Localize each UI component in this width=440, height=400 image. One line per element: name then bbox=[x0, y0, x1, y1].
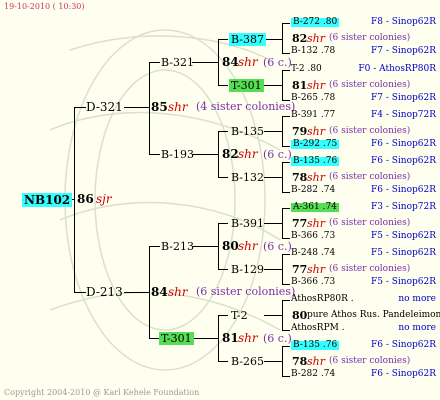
g2-b-num: 82 bbox=[222, 147, 239, 161]
g3-a2-id[interactable]: T-301 bbox=[229, 79, 264, 92]
g3-c2-id[interactable]: B-129 bbox=[231, 264, 264, 275]
g1-top-id[interactable]: D-321 bbox=[86, 101, 123, 113]
g3-c2-num: 77 bbox=[292, 263, 308, 276]
g4-item-id[interactable]: AthosRPM . bbox=[291, 324, 345, 333]
g3-a2-tag: shr bbox=[307, 79, 325, 92]
g4-item-id[interactable]: B-391 .77 bbox=[291, 111, 335, 120]
g4-item-id[interactable]: B-132 .78 bbox=[291, 47, 335, 56]
g2-a-tag: shr bbox=[238, 55, 258, 69]
g4-item-id[interactable]: B-366 .73 bbox=[291, 232, 335, 241]
g4-item-location: F0 - AthosRP80R bbox=[358, 64, 436, 74]
g3-d2-id[interactable]: B-265 bbox=[231, 356, 264, 367]
g3-b2-note: (6 sister colonies) bbox=[329, 172, 411, 182]
g1-bottom-num: 84 bbox=[151, 285, 168, 299]
g3-a1-num: 82 bbox=[292, 32, 308, 45]
g3-d2-tag: shr bbox=[307, 355, 325, 368]
g3-b2-tag: shr bbox=[307, 171, 325, 184]
g2-d-note: (6 c.) bbox=[263, 332, 292, 345]
g3-b1-tag: shr bbox=[307, 125, 325, 138]
g3-c1-note: (6 sister colonies) bbox=[329, 218, 411, 228]
g2-d-tag: shr bbox=[238, 331, 258, 345]
g1-top-note: (4 sister colonies) bbox=[196, 100, 296, 113]
g1-top-tag: shr bbox=[168, 100, 188, 114]
g4-item-id[interactable]: B-282 .74 bbox=[291, 370, 335, 379]
g3-d1-id[interactable]: T-2 bbox=[231, 310, 248, 321]
g4-item-id[interactable]: B-272 .80 bbox=[291, 18, 340, 27]
g2-c-num: 80 bbox=[222, 239, 239, 253]
root-colony-tag: sjr bbox=[96, 192, 112, 206]
g4-item-location: F5 - Sinop62R bbox=[371, 248, 436, 258]
root-colony-num: 86 bbox=[77, 192, 94, 206]
g3-c1-id[interactable]: B-391 bbox=[231, 218, 264, 229]
g3-d2-num: 78 bbox=[292, 355, 308, 368]
g4-item-location: F6 - Sinop62R bbox=[371, 340, 436, 350]
copyright-text: Copyright 2004-2010 @ Karl Kehele Founda… bbox=[4, 388, 200, 397]
g4-item-location: F7 - Sinop62R bbox=[371, 93, 436, 103]
g2-b-id[interactable]: B-193 bbox=[161, 149, 194, 160]
g3-a1-id[interactable]: B-387 bbox=[229, 33, 266, 46]
g4-item-location: F5 - Sinop62R bbox=[371, 277, 436, 287]
g2-c-id[interactable]: B-213 bbox=[161, 241, 194, 252]
g4-item-id[interactable]: T-2 .80 bbox=[291, 65, 322, 74]
g3-d1-num: 80 bbox=[292, 309, 308, 322]
g3-b1-note: (6 sister colonies) bbox=[329, 126, 411, 136]
g3-a2-num: 81 bbox=[292, 79, 308, 92]
g2-c-note: (6 c.) bbox=[263, 240, 292, 253]
g4-item-id[interactable]: B-135 .76 bbox=[291, 341, 340, 350]
g2-a-num: 84 bbox=[222, 55, 239, 69]
g2-c-tag: shr bbox=[238, 239, 258, 253]
g4-item-location: no more bbox=[398, 294, 436, 304]
g4-item-id[interactable]: B-366 .73 bbox=[291, 278, 335, 287]
g1-top-num: 85 bbox=[151, 100, 168, 114]
g4-item-id[interactable]: A-361 .74 bbox=[291, 203, 339, 212]
g4-item-location: F6 - Sinop62R bbox=[371, 139, 436, 149]
g3-d2-note: (6 sister colonies) bbox=[329, 356, 411, 366]
g3-c1-tag: shr bbox=[307, 217, 325, 230]
root-colony-id[interactable]: NB102 bbox=[22, 193, 73, 207]
g4-item-location: F3 - Sinop72R bbox=[371, 202, 436, 212]
g3-a1-note: (6 sister colonies) bbox=[329, 33, 411, 43]
g3-a2-note: (6 sister colonies) bbox=[329, 80, 411, 90]
g4-item-id[interactable]: B-265 .78 bbox=[291, 94, 335, 103]
g4-item-id[interactable]: AthosRP80R . bbox=[291, 295, 354, 304]
g3-b1-id[interactable]: B-135 bbox=[231, 126, 264, 137]
g4-item-location: F8 - Sinop62R bbox=[371, 17, 436, 27]
g3-b1-num: 79 bbox=[292, 125, 308, 138]
g4-item-location: F5 - Sinop62R bbox=[371, 231, 436, 241]
g2-d-id[interactable]: T-301 bbox=[159, 332, 194, 345]
g3-c2-tag: shr bbox=[307, 263, 325, 276]
g3-a1-tag: shr bbox=[307, 32, 325, 45]
g2-a-note: (6 c.) bbox=[263, 56, 292, 69]
g3-b2-num: 78 bbox=[292, 171, 308, 184]
g2-b-note: (6 c.) bbox=[263, 148, 292, 161]
g3-d1-line: pure Athos Rus. Pandeleimonos bbox=[307, 310, 440, 320]
g2-b-tag: shr bbox=[238, 147, 258, 161]
g1-bottom-tag: shr bbox=[168, 285, 188, 299]
date-stamp: 19-10-2010 ( 10:30) bbox=[4, 2, 85, 11]
g1-bottom-note: (6 sister colonies) bbox=[196, 285, 296, 298]
g4-item-location: F6 - Sinop62R bbox=[371, 156, 436, 166]
g1-bottom-id[interactable]: D-213 bbox=[86, 286, 123, 298]
g3-b2-id[interactable]: B-132 bbox=[231, 172, 264, 183]
g4-item-location: no more bbox=[398, 323, 436, 333]
g4-item-location: F7 - Sinop62R bbox=[371, 46, 436, 56]
g4-item-location: F4 - Sinop72R bbox=[371, 110, 436, 120]
g4-item-id[interactable]: B-135 .76 bbox=[291, 157, 340, 166]
g4-item-location: F6 - Sinop62R bbox=[371, 185, 436, 195]
g4-item-id[interactable]: B-292 .75 bbox=[291, 140, 340, 149]
pedigree-page: 19-10-2010 ( 10:30) Copyright 2004-2010 … bbox=[0, 0, 440, 400]
g4-item-id[interactable]: B-248 .74 bbox=[291, 249, 335, 258]
g3-c2-note: (6 sister colonies) bbox=[329, 264, 411, 274]
g4-item-id[interactable]: B-282 .74 bbox=[291, 186, 335, 195]
g4-item-location: F6 - Sinop62R bbox=[371, 369, 436, 379]
g2-a-id[interactable]: B-321 bbox=[161, 57, 194, 68]
g3-c1-num: 77 bbox=[292, 217, 308, 230]
g2-d-num: 81 bbox=[222, 331, 239, 345]
